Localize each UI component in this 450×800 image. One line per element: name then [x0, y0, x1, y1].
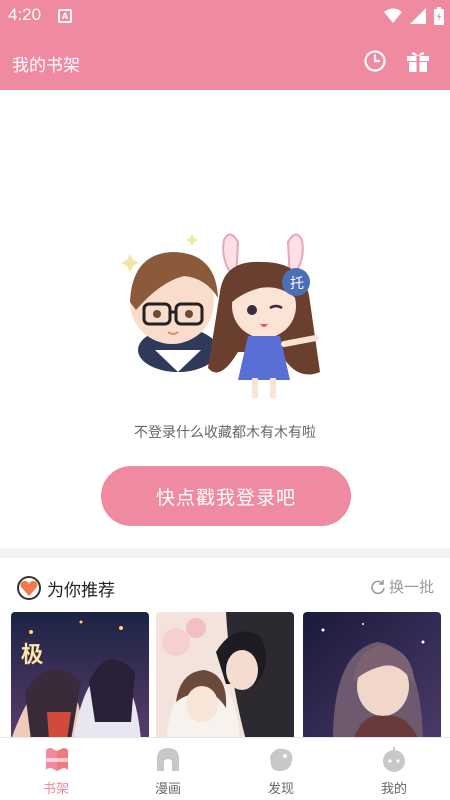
notification-icon: A: [58, 9, 72, 23]
cover-art: [303, 612, 441, 740]
bookshelf-icon: [44, 748, 68, 771]
empty-message: 不登录什么收藏都木有木有啦: [134, 425, 316, 441]
nav-item-discover[interactable]: 发现: [225, 738, 337, 800]
bottom-navigation: 书架 漫画 发现 我的: [0, 737, 450, 800]
gift-box-icon: [407, 52, 429, 72]
cover-art: 极: [11, 612, 149, 740]
heart-badge-icon: [17, 576, 41, 600]
nav-item-profile[interactable]: 我的: [338, 738, 450, 800]
nav-item-comic[interactable]: 漫画: [112, 738, 224, 800]
recommend-cover-1[interactable]: 极: [11, 612, 149, 740]
section-divider: [0, 548, 450, 558]
page-title: 我的书架: [12, 56, 80, 76]
login-button[interactable]: 快点戳我登录吧: [101, 466, 351, 526]
nav-label-discover: 发现: [267, 782, 294, 797]
svg-text:极: 极: [21, 642, 44, 668]
nav-label-profile: 我的: [380, 782, 407, 797]
gift-button[interactable]: [404, 47, 432, 75]
battery-icon: [434, 7, 444, 25]
clock-icon: [364, 50, 386, 72]
refresh-label: 换一批: [388, 578, 434, 596]
history-button[interactable]: [361, 47, 389, 75]
nav-item-bookshelf[interactable]: 书架: [0, 738, 112, 800]
recommend-title: 为你推荐: [47, 581, 115, 601]
app-bar: 我的书架: [0, 32, 450, 90]
svg-text:托: 托: [290, 276, 304, 292]
status-time: 4:20: [8, 5, 42, 24]
recommend-header: 为你推荐 换一批: [0, 568, 450, 604]
nav-label-bookshelf: 书架: [42, 782, 69, 797]
discover-icon: [270, 748, 293, 771]
status-icons: [384, 6, 444, 26]
refresh-button[interactable]: 换一批: [370, 576, 434, 597]
nav-label-comic: 漫画: [154, 782, 181, 797]
signal-icon: [410, 8, 426, 24]
comic-icon: [157, 748, 179, 771]
profile-icon: [383, 747, 405, 772]
cover-art: [156, 612, 294, 740]
recommend-cover-2[interactable]: [156, 612, 294, 740]
wifi-icon: [384, 8, 402, 23]
refresh-icon: [371, 579, 385, 594]
recommend-cover-3[interactable]: [303, 612, 441, 740]
bookshelf-screen: 4:20 A 我的书架 托 不登录什么收藏都木有木有啦 快点戳我登录吧 为你推荐…: [0, 0, 450, 800]
status-bar: 4:20 A: [0, 0, 450, 32]
empty-shelf-illustration: 托: [121, 233, 320, 398]
